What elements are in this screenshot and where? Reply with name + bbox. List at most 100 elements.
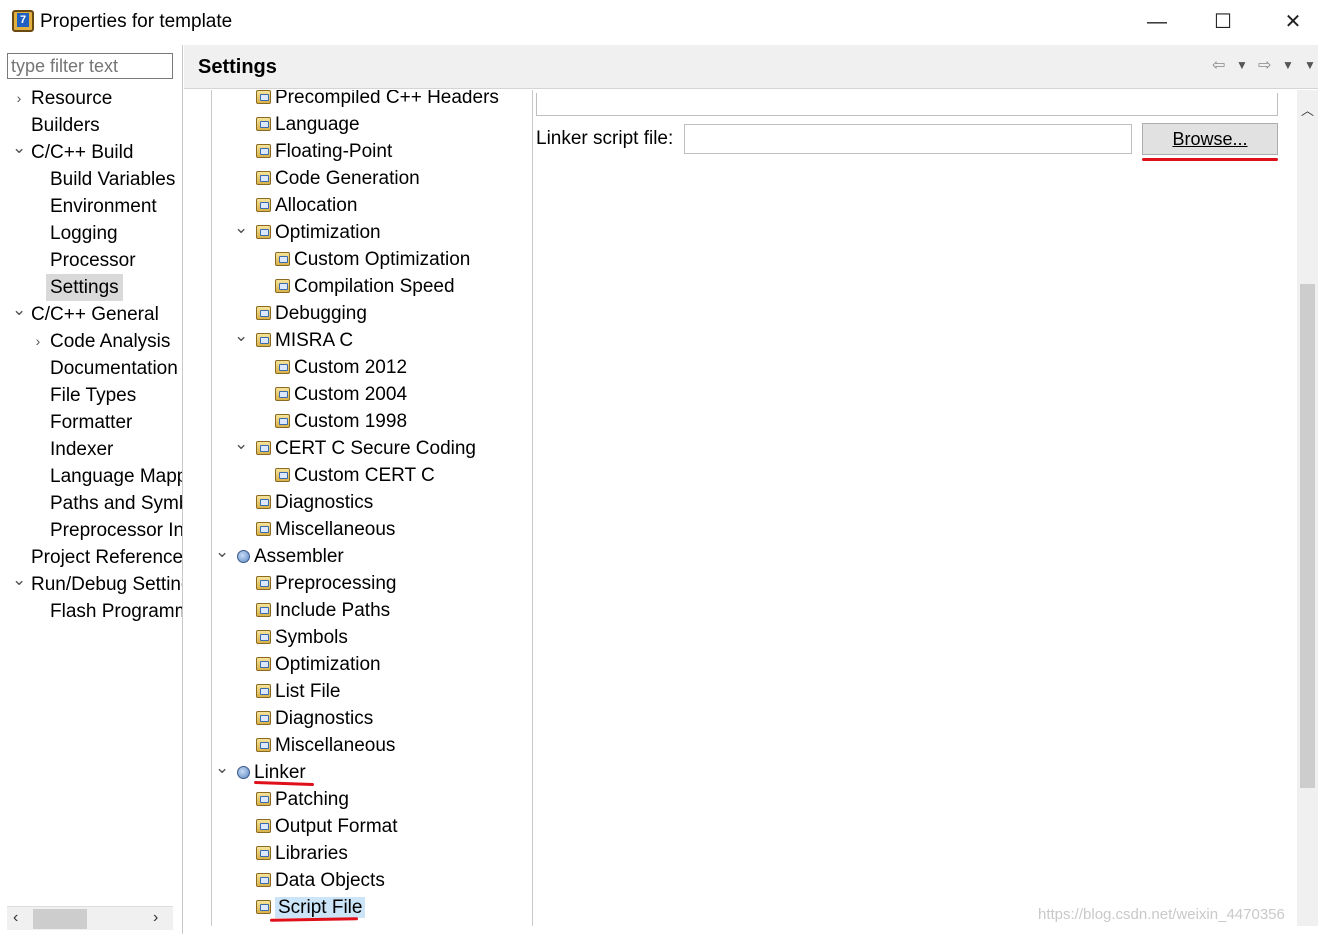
option-category-icon bbox=[256, 792, 271, 806]
nav-item[interactable]: Processor bbox=[0, 247, 182, 274]
chevron-down-icon[interactable]: ⌄ bbox=[234, 430, 248, 457]
nav-item[interactable]: Settings bbox=[0, 274, 182, 301]
nav-item[interactable]: Language Mappings bbox=[0, 463, 182, 490]
chevron-down-icon[interactable]: ⌄ bbox=[12, 571, 26, 593]
filter-input[interactable] bbox=[7, 53, 173, 79]
scroll-left-icon[interactable]: ‹ bbox=[13, 909, 18, 927]
tree-item[interactable]: List File bbox=[256, 678, 340, 705]
chevron-down-icon[interactable]: ⌄ bbox=[12, 301, 26, 323]
tree-item[interactable]: Floating-Point bbox=[256, 138, 392, 165]
nav-item[interactable]: Builders bbox=[0, 112, 182, 139]
tree-item-label: Diagnostics bbox=[275, 708, 374, 729]
nav-item[interactable]: ⌄ C/C++ General bbox=[0, 301, 182, 328]
browse-button[interactable]: Browse... bbox=[1142, 123, 1278, 155]
tree-item[interactable]: Language bbox=[256, 111, 360, 138]
forward-menu-icon[interactable]: ▼ bbox=[1282, 58, 1294, 72]
tree-item[interactable]: Custom Optimization bbox=[275, 246, 470, 273]
tree-item-label: Allocation bbox=[275, 195, 358, 216]
tree-item[interactable]: Data Objects bbox=[256, 867, 385, 894]
nav-item[interactable]: Flash Programmer bbox=[0, 598, 182, 625]
chevron-down-icon[interactable]: ⌄ bbox=[215, 538, 229, 565]
nav-item[interactable]: Environment bbox=[0, 193, 182, 220]
option-category-icon bbox=[256, 90, 271, 104]
nav-item[interactable]: › Code Analysis bbox=[0, 328, 182, 355]
chevron-right-icon[interactable]: › bbox=[31, 328, 45, 355]
forward-arrow-icon[interactable]: ⇨ bbox=[1258, 55, 1271, 75]
previous-field[interactable] bbox=[536, 93, 1278, 116]
close-button[interactable]: ✕ bbox=[1270, 8, 1316, 38]
chevron-down-icon[interactable]: ⌄ bbox=[234, 322, 248, 349]
tree-item[interactable]: Output Format bbox=[256, 813, 398, 840]
chevron-right-icon[interactable]: › bbox=[12, 85, 26, 112]
tree-item[interactable]: Custom CERT C bbox=[275, 462, 435, 489]
tree-item[interactable]: ⌄ Optimization bbox=[234, 218, 381, 246]
tree-item[interactable]: Diagnostics bbox=[256, 705, 373, 732]
option-category-icon bbox=[256, 198, 271, 212]
tree-item[interactable]: Compilation Speed bbox=[275, 273, 455, 300]
back-arrow-icon[interactable]: ⇦ bbox=[1212, 55, 1225, 75]
nav-item[interactable]: ⌄ C/C++ Build bbox=[0, 139, 182, 166]
tree-item[interactable]: Custom 2004 bbox=[275, 381, 407, 408]
option-category-icon bbox=[256, 576, 271, 590]
linker-script-input[interactable] bbox=[684, 124, 1132, 154]
chevron-down-icon[interactable]: ⌄ bbox=[234, 214, 248, 241]
nav-item-label: Indexer bbox=[50, 439, 114, 460]
view-menu-icon[interactable]: ▼ bbox=[1304, 58, 1316, 72]
nav-item[interactable]: Logging bbox=[0, 220, 182, 247]
option-category-icon bbox=[275, 279, 290, 293]
tree-item[interactable]: ⌄ MISRA C bbox=[234, 326, 353, 354]
left-horizontal-scrollbar[interactable]: ‹ › bbox=[7, 906, 173, 930]
maximize-button[interactable]: ☐ bbox=[1200, 8, 1246, 38]
nav-item[interactable]: ⌄Run/Debug Settings bbox=[0, 571, 182, 598]
back-menu-icon[interactable]: ▼ bbox=[1236, 58, 1248, 72]
tree-item[interactable]: Code Generation bbox=[256, 165, 420, 192]
nav-item-label: Project References bbox=[31, 547, 183, 568]
tree-item[interactable]: Miscellaneous bbox=[256, 732, 395, 759]
tree-item[interactable]: ⌄ Assembler bbox=[215, 542, 344, 570]
option-category-icon bbox=[275, 414, 290, 428]
tree-item[interactable]: Allocation bbox=[256, 192, 357, 219]
option-category-icon bbox=[256, 117, 271, 131]
tree-item[interactable]: Include Paths bbox=[256, 597, 390, 624]
tree-item[interactable]: Optimization bbox=[256, 651, 381, 678]
vertical-scrollbar-thumb[interactable] bbox=[1300, 284, 1315, 788]
nav-item-label: Build Variables bbox=[50, 169, 176, 190]
tree-item[interactable]: Patching bbox=[256, 786, 349, 813]
nav-item[interactable]: Indexer bbox=[0, 436, 182, 463]
content-vertical-scrollbar[interactable]: ︿ bbox=[1297, 90, 1318, 926]
tree-item[interactable]: Diagnostics bbox=[256, 489, 373, 516]
option-category-icon bbox=[256, 657, 271, 671]
scrollbar-thumb[interactable] bbox=[33, 909, 87, 929]
nav-item[interactable]: › Resource bbox=[0, 85, 182, 112]
tree-item-label: Miscellaneous bbox=[275, 519, 396, 540]
chevron-down-icon[interactable]: ⌄ bbox=[12, 139, 26, 161]
page-title: Settings bbox=[198, 56, 277, 78]
option-category-icon bbox=[256, 495, 271, 509]
nav-item[interactable]: Paths and Symbols bbox=[0, 490, 182, 517]
tree-item[interactable]: Precompiled C++ Headers bbox=[256, 90, 499, 111]
tree-item[interactable]: Preprocessing bbox=[256, 570, 396, 597]
nav-item[interactable]: Project References bbox=[0, 544, 183, 571]
nav-item[interactable]: Build Variables bbox=[0, 166, 182, 193]
linker-script-label: Linker script file: bbox=[536, 128, 674, 149]
scroll-up-icon[interactable]: ︿ bbox=[1301, 100, 1314, 119]
minimize-button[interactable]: — bbox=[1134, 8, 1180, 38]
option-category-icon bbox=[256, 819, 271, 833]
tree-item[interactable]: Libraries bbox=[256, 840, 348, 867]
option-category-icon bbox=[275, 387, 290, 401]
tree-item[interactable]: Miscellaneous bbox=[256, 516, 395, 543]
chevron-down-icon[interactable]: ⌄ bbox=[215, 754, 229, 781]
nav-item[interactable]: File Types bbox=[0, 382, 182, 409]
nav-item[interactable]: Preprocessor Include bbox=[0, 517, 182, 544]
nav-item-label: Formatter bbox=[50, 412, 133, 433]
tree-item[interactable]: Custom 2012 bbox=[275, 354, 407, 381]
tree-item[interactable]: Debugging bbox=[256, 300, 367, 327]
option-category-icon bbox=[256, 144, 271, 158]
tree-item[interactable]: Symbols bbox=[256, 624, 348, 651]
option-category-icon bbox=[256, 711, 271, 725]
nav-item[interactable]: Documentation bbox=[0, 355, 182, 382]
tree-item[interactable]: Custom 1998 bbox=[275, 408, 407, 435]
scroll-right-icon[interactable]: › bbox=[153, 909, 158, 927]
tree-item[interactable]: ⌄ CERT C Secure Coding bbox=[234, 434, 476, 462]
nav-item[interactable]: Formatter bbox=[0, 409, 182, 436]
